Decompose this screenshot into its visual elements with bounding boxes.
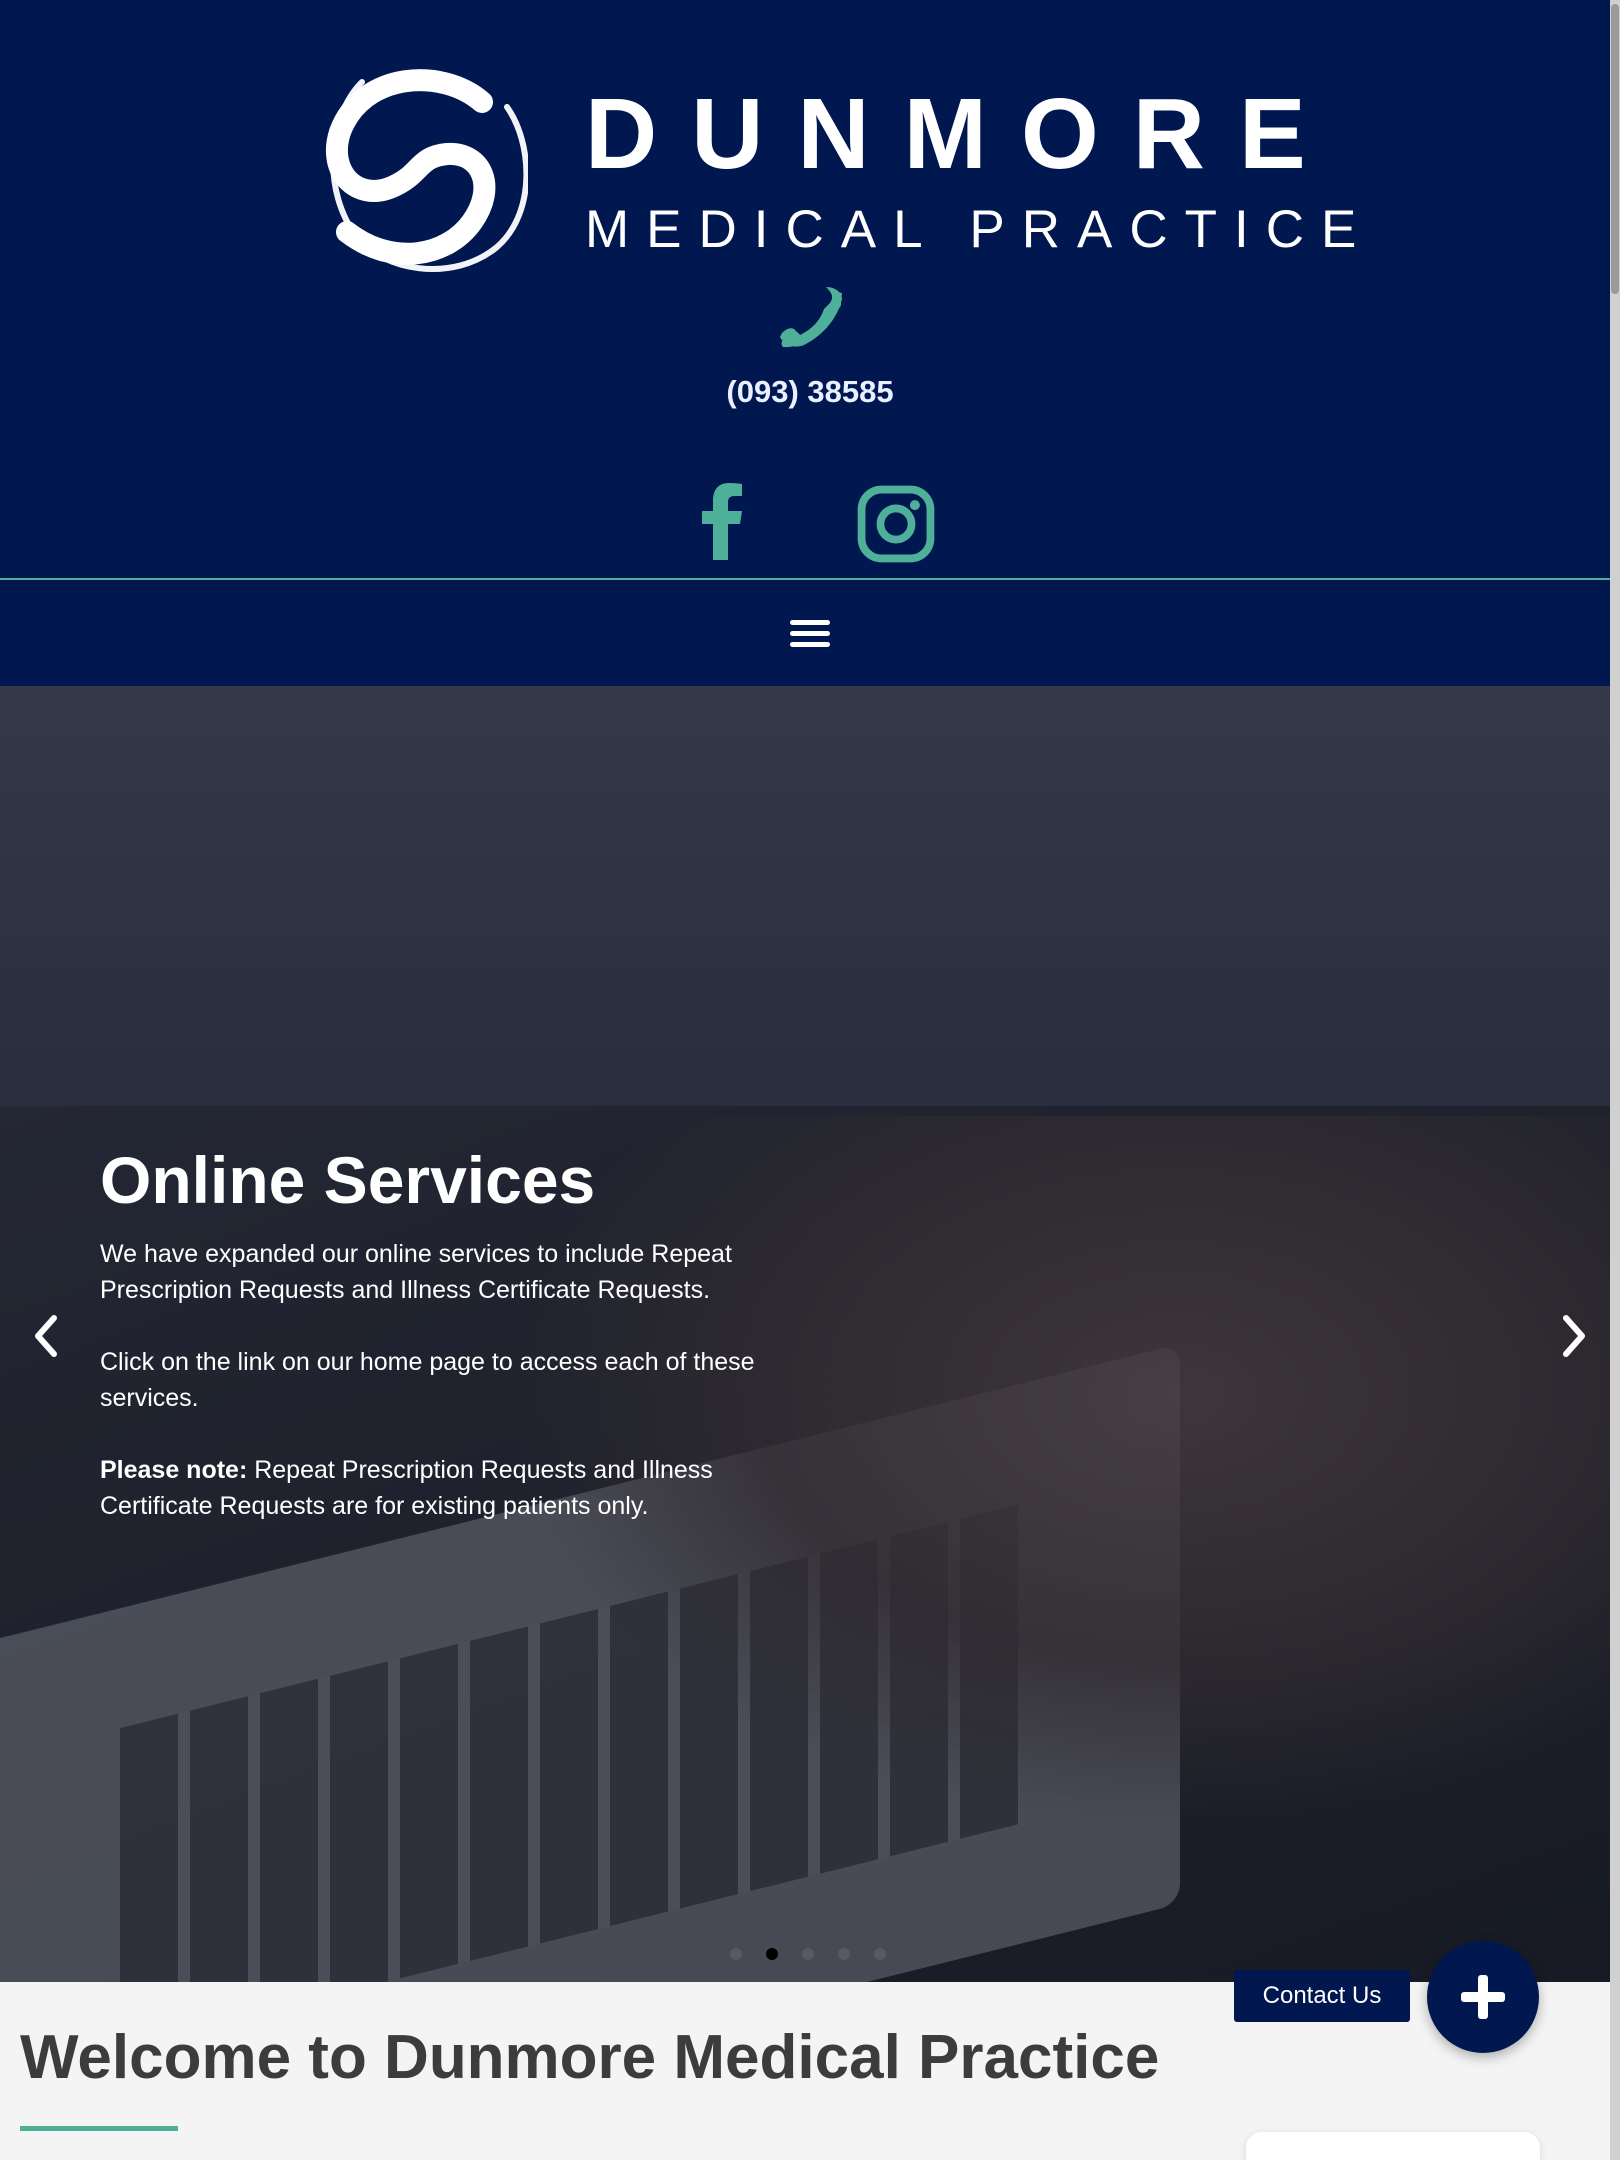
welcome-title: Welcome to Dunmore Medical Practice xyxy=(20,2023,1160,2092)
scrollbar[interactable] xyxy=(1610,0,1620,2160)
slider-dot[interactable] xyxy=(766,1948,778,1960)
brand-name: DUNMORE xyxy=(585,78,1340,190)
contact-us-label[interactable]: Contact Us xyxy=(1234,1970,1410,2022)
phone-number[interactable]: (093) 38585 xyxy=(600,370,1020,414)
scrollbar-thumb[interactable] xyxy=(1611,4,1619,294)
swirl-logo-icon[interactable] xyxy=(322,62,528,280)
slide-note: Please note: Repeat Prescription Request… xyxy=(100,1452,820,1524)
instagram-icon[interactable] xyxy=(856,484,936,564)
note-label: Please note: xyxy=(100,1456,248,1484)
chevron-left-icon[interactable] xyxy=(26,1310,66,1362)
welcome-underline xyxy=(20,2126,178,2131)
chevron-right-icon[interactable] xyxy=(1554,1310,1594,1362)
slider-dot[interactable] xyxy=(838,1948,850,1960)
slide-description: We have expanded our online services to … xyxy=(100,1236,820,1560)
card-preview xyxy=(1246,2132,1540,2160)
slider-pagination xyxy=(730,1948,890,1962)
hamburger-menu-icon[interactable] xyxy=(784,614,836,654)
slide-title: Online Services xyxy=(100,1143,596,1217)
slide-paragraph: Click on the link on our home page to ac… xyxy=(100,1348,755,1412)
brand-subtitle: MEDICAL PRACTICE xyxy=(585,200,1374,259)
slider-dot[interactable] xyxy=(874,1948,886,1960)
plus-icon[interactable] xyxy=(1427,1941,1539,2053)
facebook-icon[interactable] xyxy=(682,480,762,560)
slide-paragraph: We have expanded our online services to … xyxy=(100,1240,732,1304)
phone-icon[interactable] xyxy=(780,287,842,349)
slider-dot[interactable] xyxy=(730,1948,742,1960)
slider-dot[interactable] xyxy=(802,1948,814,1960)
